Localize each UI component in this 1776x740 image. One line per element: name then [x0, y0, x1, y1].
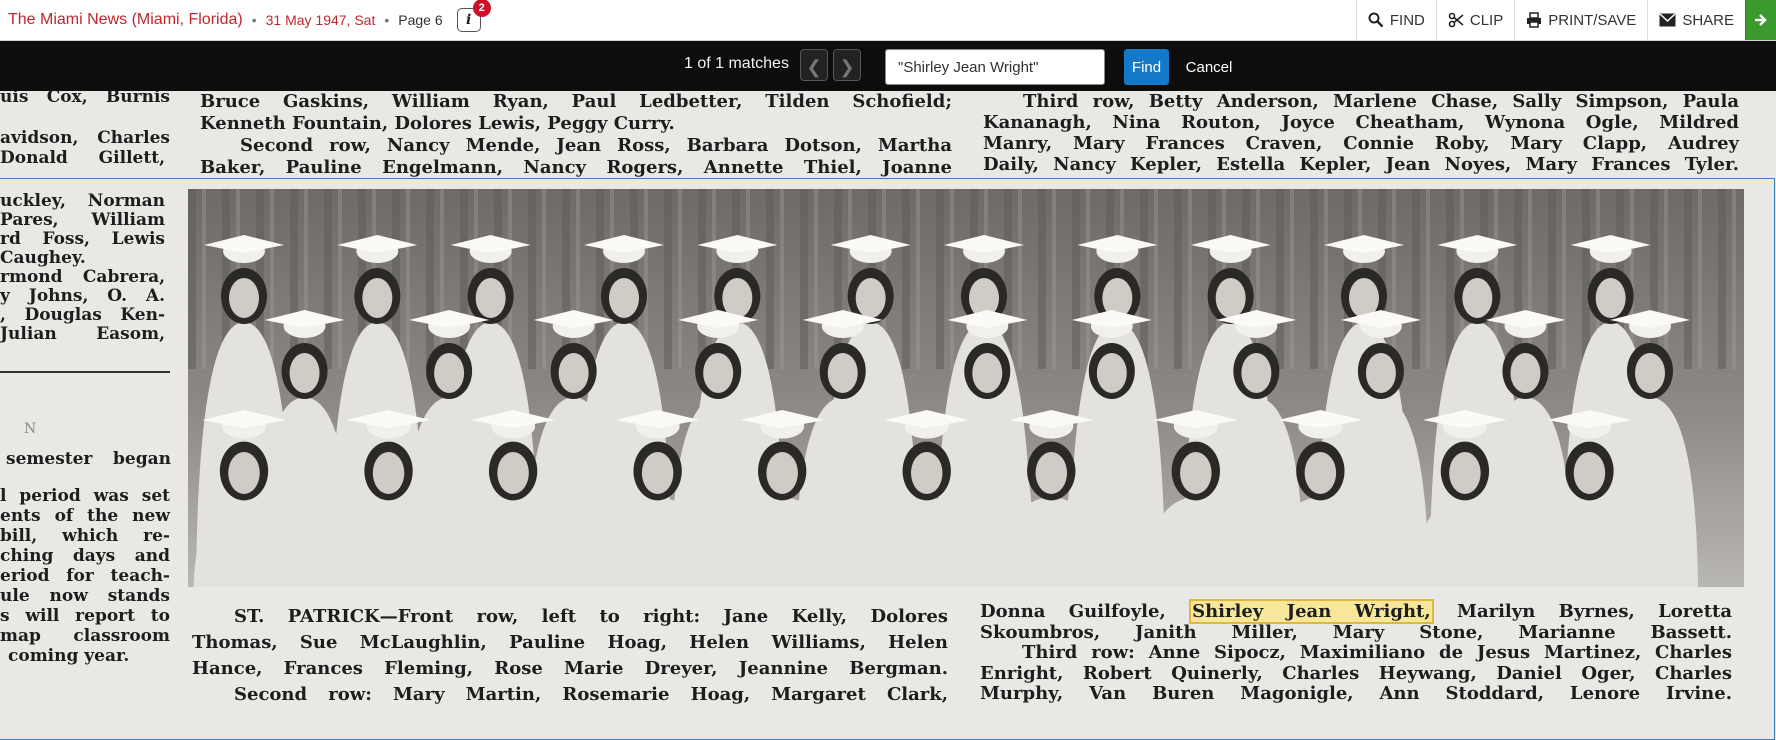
graduate-face: [1215, 278, 1246, 318]
text-line: Donald Gillett,: [0, 148, 165, 168]
print-save-tool-label: PRINT/SAVE: [1548, 11, 1637, 29]
top-right-column-text: Third row, Betty Anderson, Marlene Chase…: [983, 91, 1739, 175]
caption-text: Murphy, Van Buren Magonigle, Ann Stoddar…: [980, 683, 1732, 704]
graduate-face: [766, 452, 798, 494]
caption-text: Enright, Robert Quinerly, Charles Heywan…: [980, 662, 1732, 684]
next-match-button[interactable]: ❯: [833, 49, 861, 81]
photo-illustration: [188, 189, 1744, 587]
graduate-face: [497, 452, 529, 494]
graduate-face: [910, 452, 943, 494]
graduate-face: [1449, 452, 1481, 494]
text-line: uis Cox, Burnis: [0, 91, 170, 107]
caption-text: Marilyn Byrnes, Loretta: [1457, 601, 1733, 622]
graduate-face: [703, 353, 734, 393]
graduate-face: [1510, 353, 1541, 393]
graduate-face: [362, 278, 393, 318]
info-label: i: [465, 12, 472, 28]
find-search-input[interactable]: [885, 49, 1105, 85]
graduate-face: [1241, 353, 1272, 393]
graduate-face: [972, 353, 1003, 393]
photo-caption-right: Donna Guilfoyle, Shirley Jean Wright, Ma…: [980, 599, 1733, 705]
printer-icon: [1527, 12, 1542, 28]
text-line: Kananagh, Nina Routon, Joyce Cheatham, W…: [983, 112, 1739, 133]
clip-tool-button[interactable]: CLIP: [1435, 0, 1514, 40]
caption-lead: ST. PATRICK: [234, 606, 380, 627]
find-tool-button[interactable]: FIND: [1355, 0, 1436, 40]
graduate-face: [609, 278, 639, 318]
match-count: 1 of 1 matches: [684, 55, 789, 72]
caption-text: Hance, Frances Fleming, Rose Marie Dreye…: [192, 658, 948, 679]
separator-dot: •: [251, 12, 257, 28]
graduate-face: [1035, 452, 1068, 494]
text-line: Second row, Nancy Mende, Jean Ross, Barb…: [240, 135, 952, 156]
info-badge: 2: [472, 0, 491, 17]
page-number: Page 6: [398, 12, 443, 28]
search-icon: [1368, 12, 1384, 28]
print-save-tool-button[interactable]: PRINT/SAVE: [1514, 0, 1647, 40]
graduate-face: [434, 353, 465, 393]
search-highlight[interactable]: Shirley Jean Wright,: [1189, 599, 1434, 624]
graduate-face: [855, 278, 886, 318]
caption-text: Second row: Mary Martin, Rosemarie Hoag,…: [234, 684, 948, 705]
text-line: Bruce Gaskins, William Ryan, Paul Ledbet…: [200, 91, 952, 112]
envelope-icon: [1659, 13, 1676, 27]
text-line: Manry, Mary Frances Craven, Connie Roby,…: [983, 133, 1739, 154]
arrow-right-icon: [1755, 14, 1767, 26]
previous-match-button[interactable]: ❮: [800, 49, 828, 81]
graduate-face: [1462, 278, 1493, 318]
share-tool-button[interactable]: SHARE: [1647, 0, 1745, 40]
text-line: Third row, Betty Anderson, Marlene Chase…: [1023, 91, 1739, 112]
class-photograph: [188, 189, 1744, 587]
graduate-face: [1180, 452, 1212, 494]
graduate-face: [1096, 353, 1127, 393]
caption-text: Skoumbros, Janith Miller, Mary Stone, Ma…: [980, 621, 1732, 643]
publication-title[interactable]: The Miami News (Miami, Florida): [8, 11, 243, 29]
graduate-face: [229, 278, 259, 318]
graduate-face: [1573, 452, 1606, 494]
graduate-face: [1595, 278, 1626, 318]
top-bar: The Miami News (Miami, Florida) • 31 May…: [0, 0, 1776, 41]
find-button[interactable]: Find: [1124, 49, 1169, 85]
share-tool-label: SHARE: [1682, 11, 1734, 29]
caption-text: Donna Guilfoyle,: [980, 601, 1166, 622]
find-bar: 1 of 1 matches ❮ ❯ Find Cancel: [0, 41, 1776, 91]
text-line: Baker, Pauline Engelmann, Nancy Rogers, …: [200, 157, 952, 178]
find-tool-label: FIND: [1389, 11, 1425, 29]
chevron-left-icon: ❮: [806, 57, 822, 77]
graduate-face: [1635, 353, 1665, 393]
info-icon[interactable]: i 2: [456, 0, 491, 32]
newspaper-page[interactable]: uis Cox, Burnis avidson, Charles Donald …: [0, 91, 1776, 740]
text-line: Daily, Nancy Kepler, Estella Kepler, Jea…: [983, 154, 1739, 175]
graduate-face: [228, 452, 260, 494]
caption-text: —Front row, left to right: Jane Kelly, D…: [379, 606, 948, 627]
caption-text: Third row: Anne Sipocz, Maximiliano de J…: [1022, 642, 1732, 663]
graduate-face: [827, 353, 858, 393]
graduate-face: [289, 353, 320, 393]
graduate-face: [1365, 353, 1396, 393]
photo-caption-left: ST. PATRICK—Front row, left to right: Ja…: [192, 604, 948, 708]
cancel-button[interactable]: Cancel: [1178, 49, 1240, 85]
text-line: avidson, Charles: [0, 128, 170, 148]
graduate-face: [372, 452, 405, 494]
toolbar: FIND CLIP PRINT/SAVE SHARE: [1355, 0, 1776, 40]
text-line: Kenneth Fountain, Dolores Lewis, Peggy C…: [200, 113, 675, 134]
graduate-face: [641, 452, 674, 494]
share-go-button[interactable]: [1745, 0, 1776, 40]
caption-text: Thomas, Sue McLaughlin, Pauline Hoag, He…: [192, 632, 948, 653]
publication-date[interactable]: 31 May 1947, Sat: [266, 12, 376, 28]
graduate-face: [475, 278, 506, 318]
graduate-face: [1304, 452, 1337, 494]
separator-dot: •: [384, 12, 390, 28]
top-middle-column-text: Bruce Gaskins, William Ryan, Paul Ledbet…: [200, 91, 952, 179]
graduate-face: [558, 353, 589, 393]
graduate-face: [722, 278, 753, 318]
clip-tool-label: CLIP: [1469, 11, 1504, 29]
scissors-icon: [1448, 12, 1464, 28]
chevron-right-icon: ❯: [839, 57, 855, 77]
